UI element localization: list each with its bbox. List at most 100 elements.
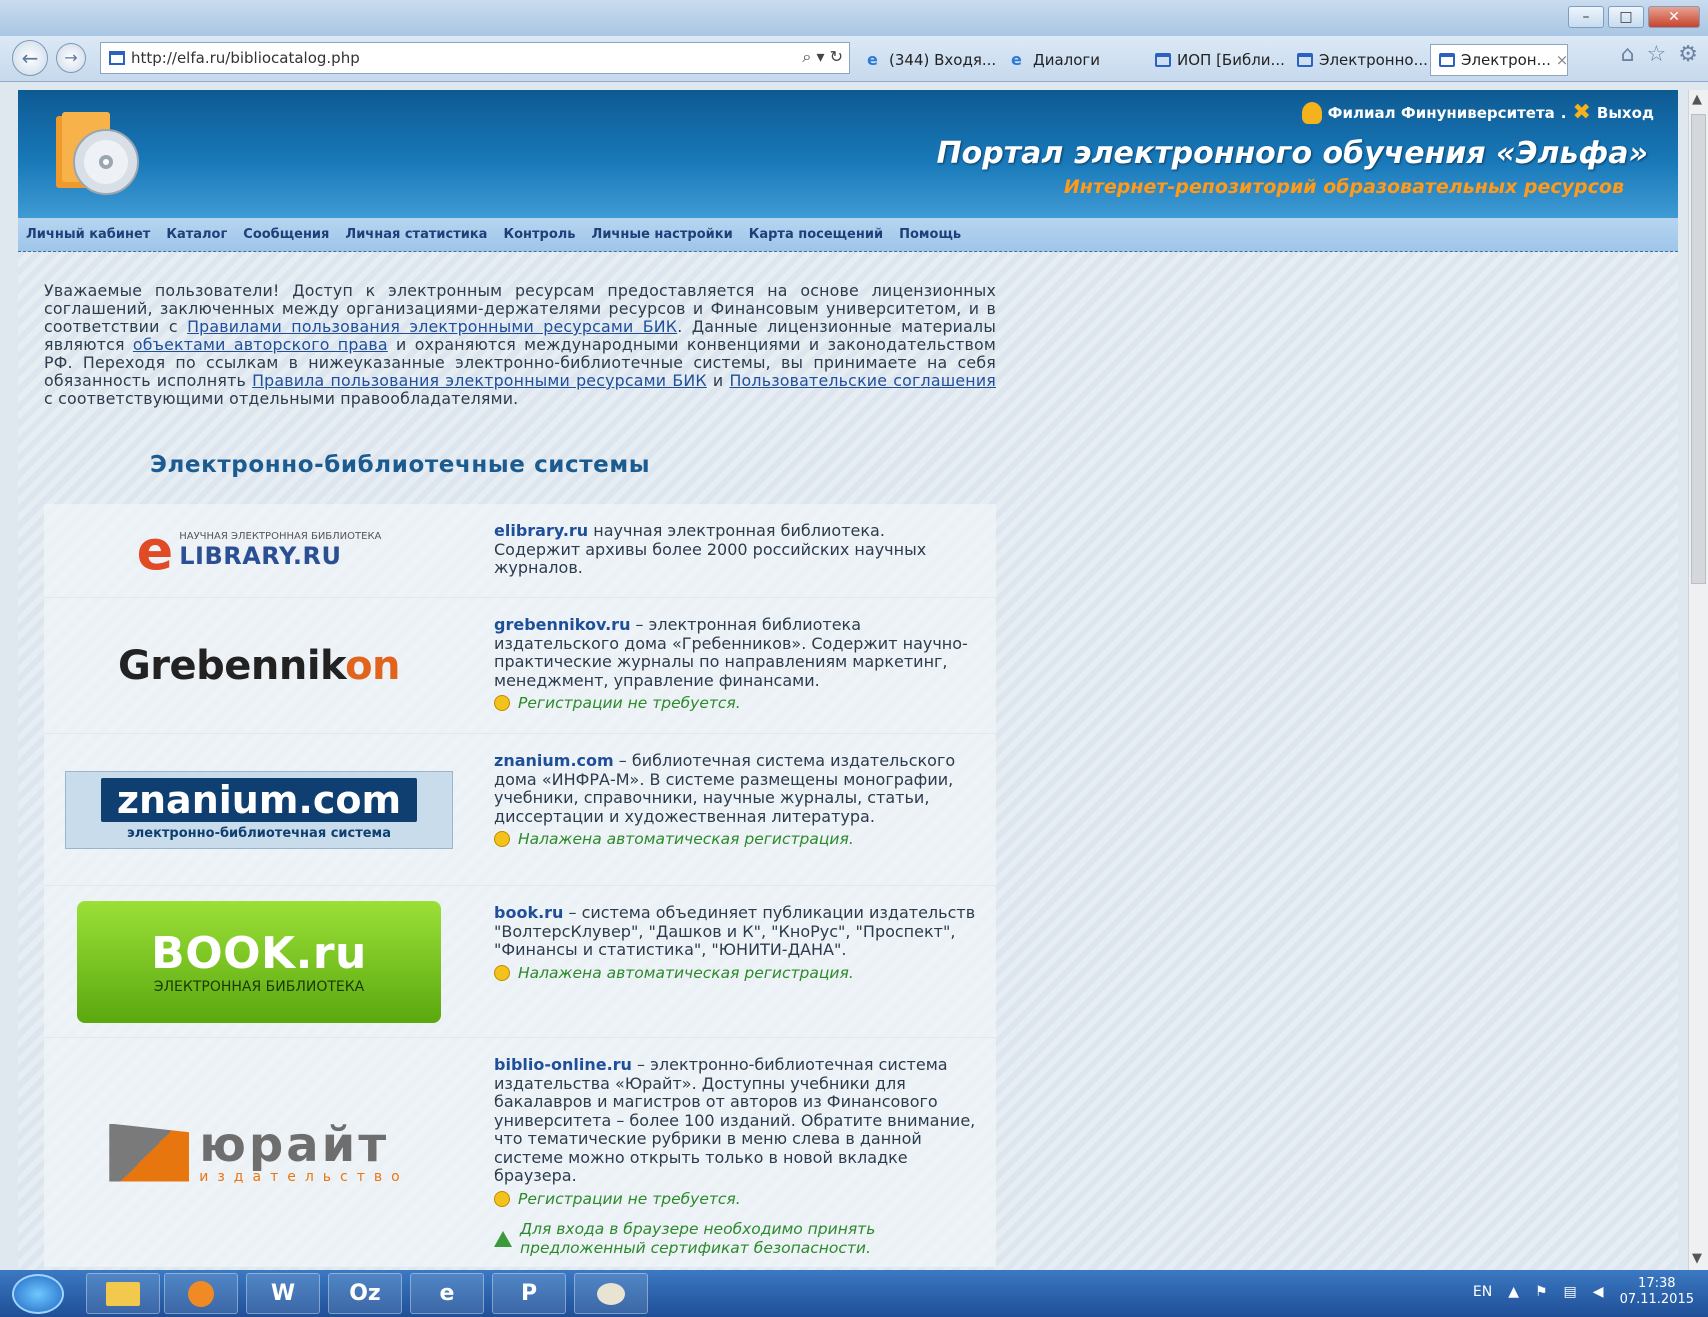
bookru-logo[interactable]: BOOK.ru ЭЛЕКТРОННАЯ БИБЛИОТЕКА: [44, 886, 474, 1037]
clock[interactable]: 17:38 07.11.2015: [1620, 1276, 1694, 1308]
copyright-objects-link[interactable]: объектами авторского права: [133, 335, 388, 354]
menu-item-control[interactable]: Контроль: [503, 227, 575, 242]
minimize-button[interactable]: –: [1568, 6, 1604, 28]
elibrary-logo[interactable]: e НАУЧНАЯ ЭЛЕКТРОННАЯ БИБЛИОТЕКА LIBRARY…: [44, 504, 474, 597]
home-icon[interactable]: ⌂: [1621, 42, 1635, 67]
window-titlebar: – □ ✕: [0, 0, 1708, 36]
taskbar-app-label: W: [270, 1281, 296, 1306]
znanium-logo-main: znanium.com: [100, 778, 418, 822]
tab-inbox[interactable]: e (344) Входя...: [858, 44, 998, 76]
menu-item-messages[interactable]: Сообщения: [243, 227, 329, 242]
znanium-logo[interactable]: znanium.com электронно-библиотечная систе…: [44, 734, 474, 885]
user-link[interactable]: Филиал Финуниверситета: [1328, 104, 1555, 122]
menu-item-settings[interactable]: Личные настройки: [592, 227, 733, 242]
section-title: Электронно-библиотечные системы: [150, 452, 651, 478]
favorites-star-icon[interactable]: ☆: [1647, 42, 1667, 67]
page-icon: [1439, 53, 1455, 67]
taskbar-app-label: e: [439, 1281, 455, 1306]
system-note: Регистрации не требуется.: [518, 694, 741, 712]
smile-icon: [494, 695, 510, 712]
menu-item-visit-map[interactable]: Карта посещений: [749, 227, 883, 242]
logout-icon: ✖: [1572, 100, 1591, 125]
taskbar-ie-icon[interactable]: e: [410, 1273, 484, 1314]
system-note: Налажена автоматическая регистрация.: [518, 830, 854, 848]
gear-icon[interactable]: ⚙: [1678, 42, 1698, 67]
system-note: Регистрации не требуется.: [518, 1189, 741, 1208]
main-menu: Личный кабинет Каталог Сообщения Личная …: [18, 218, 1678, 252]
back-button[interactable]: ←: [12, 40, 48, 76]
tab-label: (344) Входя...: [889, 51, 997, 69]
warning-icon: [494, 1230, 512, 1247]
grebennikon-logo-main: Grebennik: [117, 642, 346, 689]
system-name[interactable]: znanium.com: [494, 751, 614, 770]
address-bar[interactable]: http://elfa.ru/bibliocatalog.php ⌕ ▾ ↻: [100, 42, 850, 74]
language-indicator[interactable]: EN: [1473, 1284, 1492, 1300]
system-name[interactable]: grebennikov.ru: [494, 615, 630, 634]
yurait-logo-main: юрайт: [199, 1116, 390, 1173]
rules-link-2[interactable]: Правила пользования электронными ресурса…: [252, 371, 707, 390]
taskbar-word-icon[interactable]: W: [246, 1273, 320, 1314]
system-name[interactable]: elibrary.ru: [494, 521, 588, 540]
taskbar: W Oz e P EN ▲ ⚑ ▤ ◀ 17:38 07.11.2015: [0, 1270, 1708, 1317]
grebennikon-logo-accent: on: [345, 642, 401, 689]
menu-item-catalog[interactable]: Каталог: [166, 227, 227, 242]
forward-arrow-icon: →: [64, 48, 78, 67]
page-icon: [1155, 53, 1171, 67]
user-icon: [1301, 101, 1322, 124]
volume-icon[interactable]: ◀: [1593, 1284, 1604, 1300]
address-url: http://elfa.ru/bibliocatalog.php: [131, 49, 360, 67]
logout-link[interactable]: Выход: [1597, 104, 1654, 122]
intro-part: и: [706, 371, 730, 390]
taskbar-explorer-icon[interactable]: [86, 1273, 160, 1314]
tab-dialogs[interactable]: e Диалоги: [1002, 44, 1142, 76]
system-name[interactable]: book.ru: [494, 903, 563, 922]
page-title: Портал электронного обучения «Эльфа»: [936, 136, 1648, 171]
user-agreements-link[interactable]: Пользовательские соглашения: [729, 371, 996, 390]
bookru-logo-sub: ЭЛЕКТРОННАЯ БИБЛИОТЕКА: [153, 979, 365, 995]
show-hidden-icons-icon[interactable]: ▲: [1508, 1284, 1519, 1300]
start-button[interactable]: [12, 1274, 64, 1314]
tab-label: Электронно...: [1319, 51, 1428, 69]
action-center-flag-icon[interactable]: ⚑: [1535, 1284, 1548, 1300]
tab-electronic-1[interactable]: Электронно...: [1288, 44, 1428, 76]
rules-link[interactable]: Правилами пользования электронными ресур…: [187, 317, 677, 336]
taskbar-outlook-icon[interactable]: Oz: [328, 1273, 402, 1314]
user-line: Филиал Финуниверситета . ✖ Выход: [1301, 100, 1654, 125]
page-content: Филиал Финуниверситета . ✖ Выход Портал …: [18, 90, 1678, 1270]
menu-item-help[interactable]: Помощь: [899, 227, 961, 242]
search-refresh-icon[interactable]: ⌕ ▾ ↻: [802, 47, 843, 67]
list-item: znanium.com электронно-библиотечная систе…: [44, 734, 996, 886]
back-arrow-icon: ←: [21, 46, 39, 70]
yurait-logo-sub: издательство: [199, 1168, 409, 1185]
smile-icon: [494, 831, 510, 848]
system-name[interactable]: biblio-online.ru: [494, 1055, 632, 1074]
taskbar-paint-icon[interactable]: [574, 1273, 648, 1314]
close-tab-icon[interactable]: ×: [1556, 51, 1567, 69]
tab-iop[interactable]: ИОП [Библи...: [1146, 44, 1286, 76]
page-scrollbar[interactable]: ▲ ▼: [1688, 90, 1708, 1270]
menu-item-cabinet[interactable]: Личный кабинет: [26, 227, 150, 242]
taskbar-powerpoint-icon[interactable]: P: [492, 1273, 566, 1314]
scroll-thumb[interactable]: [1691, 114, 1706, 584]
tab-label: Электрон...: [1461, 51, 1551, 69]
taskbar-media-icon[interactable]: [164, 1273, 238, 1314]
elibrary-logo-small: НАУЧНАЯ ЭЛЕКТРОННАЯ БИБЛИОТЕКА: [179, 531, 382, 542]
tab-label: Диалоги: [1033, 51, 1101, 69]
page-icon: [109, 51, 125, 65]
forward-button[interactable]: →: [56, 43, 86, 73]
portal-header: Филиал Финуниверситета . ✖ Выход Портал …: [18, 90, 1678, 218]
network-icon[interactable]: ▤: [1564, 1284, 1577, 1300]
scroll-up-icon[interactable]: ▲: [1692, 92, 1702, 107]
close-window-button[interactable]: ✕: [1648, 6, 1700, 28]
grebennikon-logo[interactable]: Grebennikon: [44, 598, 474, 733]
tab-electronic-active[interactable]: Электрон... ×: [1430, 44, 1568, 76]
scroll-down-icon[interactable]: ▼: [1692, 1251, 1702, 1266]
list-item: Grebennikon grebennikov.ru – электронная…: [44, 598, 996, 734]
maximize-button[interactable]: □: [1608, 6, 1644, 28]
list-item: BOOK.ru ЭЛЕКТРОННАЯ БИБЛИОТЕКА book.ru – …: [44, 886, 996, 1038]
menu-item-statistics[interactable]: Личная статистика: [345, 227, 487, 242]
yurait-logo[interactable]: юрайт издательство: [44, 1038, 474, 1267]
window-controls: – □ ✕: [1568, 6, 1700, 28]
elibrary-logo-e: e: [136, 518, 174, 582]
taskbar-app-label: Oz: [349, 1281, 381, 1306]
